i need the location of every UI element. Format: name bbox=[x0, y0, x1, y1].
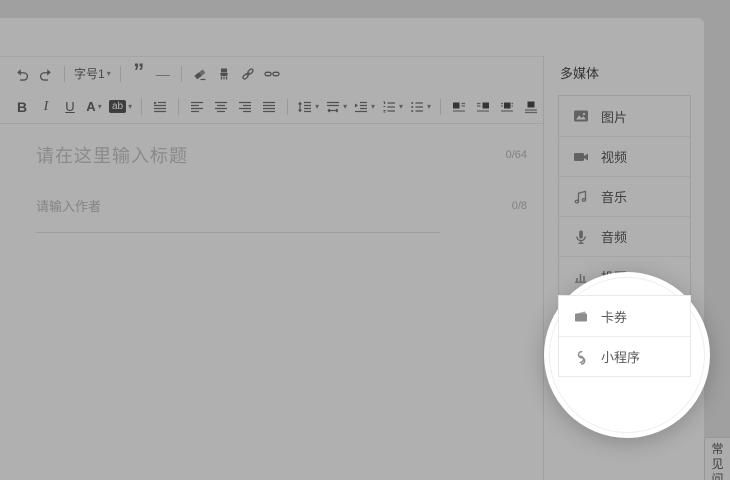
sidebar-item-label: 卡券 bbox=[601, 307, 627, 326]
spotlight-circle: 卡券 小程序 bbox=[544, 272, 710, 438]
editor-window: 字号1 ▾ ” — B I U A ▾ ab bbox=[0, 0, 730, 480]
sidebar-item-label: 小程序 bbox=[601, 347, 640, 366]
spotlight-media-list: 卡券 小程序 bbox=[558, 295, 691, 377]
card-icon bbox=[573, 308, 589, 324]
sidebar-item-card-highlighted[interactable]: 卡券 bbox=[559, 296, 690, 336]
sidebar-item-miniprogram-highlighted[interactable]: 小程序 bbox=[559, 336, 690, 376]
miniprogram-icon bbox=[573, 349, 589, 365]
